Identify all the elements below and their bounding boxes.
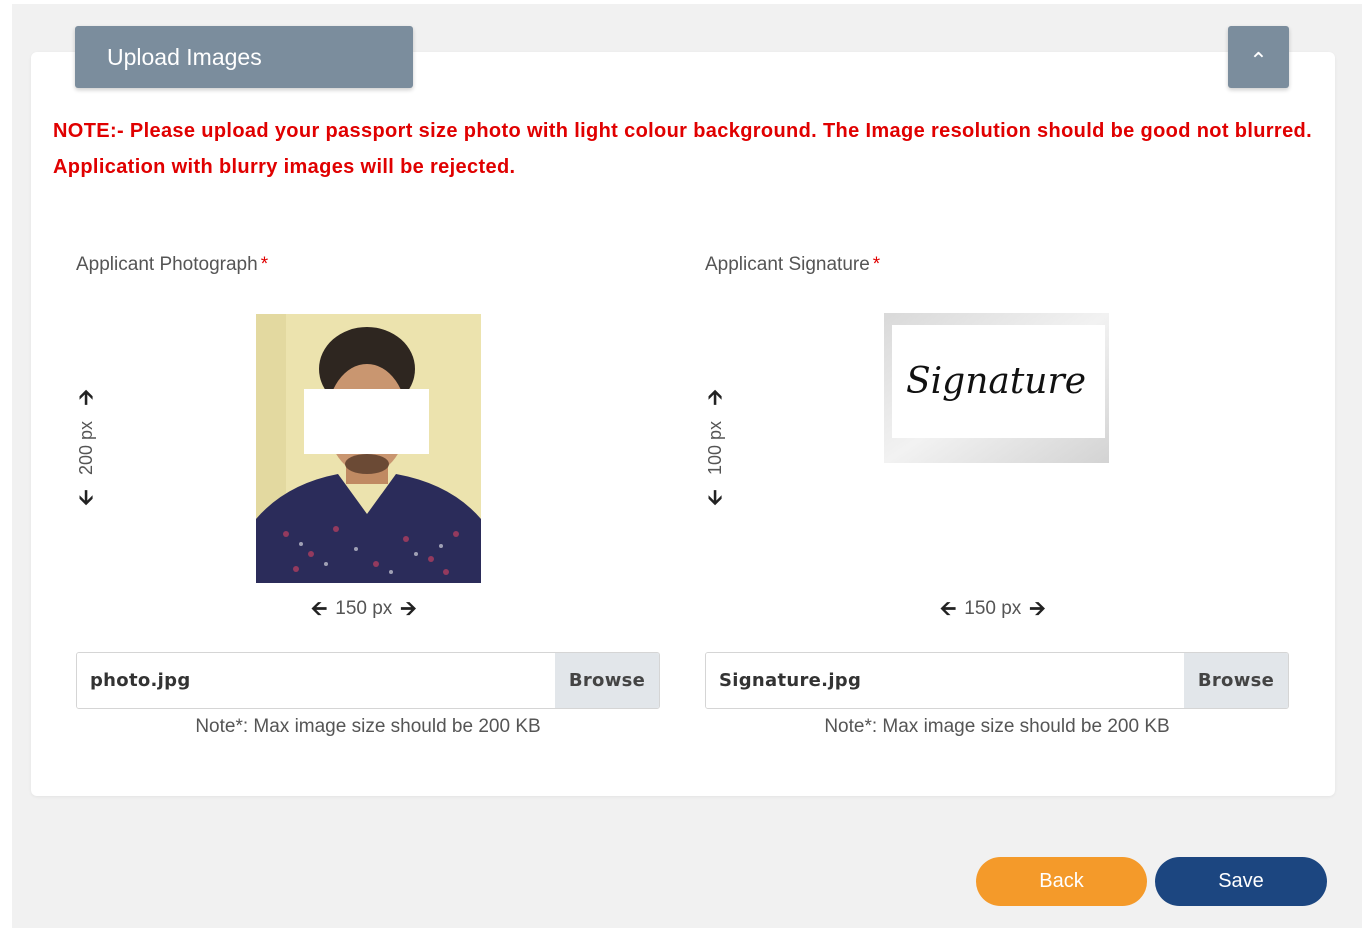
arrow-left-icon: 🡨 (940, 598, 957, 620)
required-mark: * (260, 254, 269, 275)
signature-preview-text: Signature (906, 361, 1086, 402)
signature-width-dimension: 🡨 150 px 🡪 (940, 598, 1046, 620)
arrow-up-icon: 🡩 (707, 387, 723, 409)
arrow-right-icon: 🡪 (1029, 598, 1046, 620)
arrow-up-icon: 🡩 (78, 387, 94, 409)
photo-image (256, 314, 481, 583)
arrow-down-icon: 🡫 (78, 486, 94, 509)
arrow-left-icon: 🡨 (311, 598, 328, 620)
signature-label-text: Applicant Signature (705, 254, 870, 275)
signature-file-input[interactable] (706, 653, 1184, 708)
photo-width-text: 150 px (335, 598, 393, 619)
signature-image: Signature (884, 313, 1109, 463)
photo-browse-button[interactable]: Browse (555, 653, 659, 708)
photo-size-note: Note*: Max image size should be 200 KB (195, 716, 541, 737)
signature-preview: Signature (884, 313, 1109, 463)
signature-file-group: Browse (705, 652, 1289, 709)
signature-size-note: Note*: Max image size should be 200 KB (824, 716, 1170, 737)
signature-height-text: 100 px (704, 420, 725, 476)
photo-label: Applicant Photograph * (76, 254, 268, 276)
upload-note: NOTE:- Please upload your passport size … (53, 120, 1313, 178)
save-button[interactable]: Save (1155, 857, 1327, 906)
photo-height-text: 200 px (75, 420, 96, 476)
signature-browse-button[interactable]: Browse (1184, 653, 1288, 708)
collapse-button[interactable]: ⌃ (1228, 26, 1289, 88)
chevron-up-icon: ⌃ (1249, 48, 1268, 73)
back-button[interactable]: Back (976, 857, 1147, 906)
arrow-down-icon: 🡫 (707, 486, 723, 509)
photo-file-group: Browse (76, 652, 660, 709)
signature-width-text: 150 px (964, 598, 1022, 619)
photo-height-dimension: 🡩 200 px 🡫 (74, 388, 98, 508)
signature-height-dimension: 🡩 100 px 🡫 (703, 388, 727, 508)
photo-label-text: Applicant Photograph (76, 254, 258, 275)
photo-preview (256, 314, 481, 583)
section-title: Upload Images (75, 26, 413, 88)
photo-width-dimension: 🡨 150 px 🡪 (311, 598, 417, 620)
arrow-right-icon: 🡪 (400, 598, 417, 620)
required-mark: * (872, 254, 881, 275)
photo-file-input[interactable] (77, 653, 555, 708)
signature-label: Applicant Signature * (705, 254, 880, 276)
